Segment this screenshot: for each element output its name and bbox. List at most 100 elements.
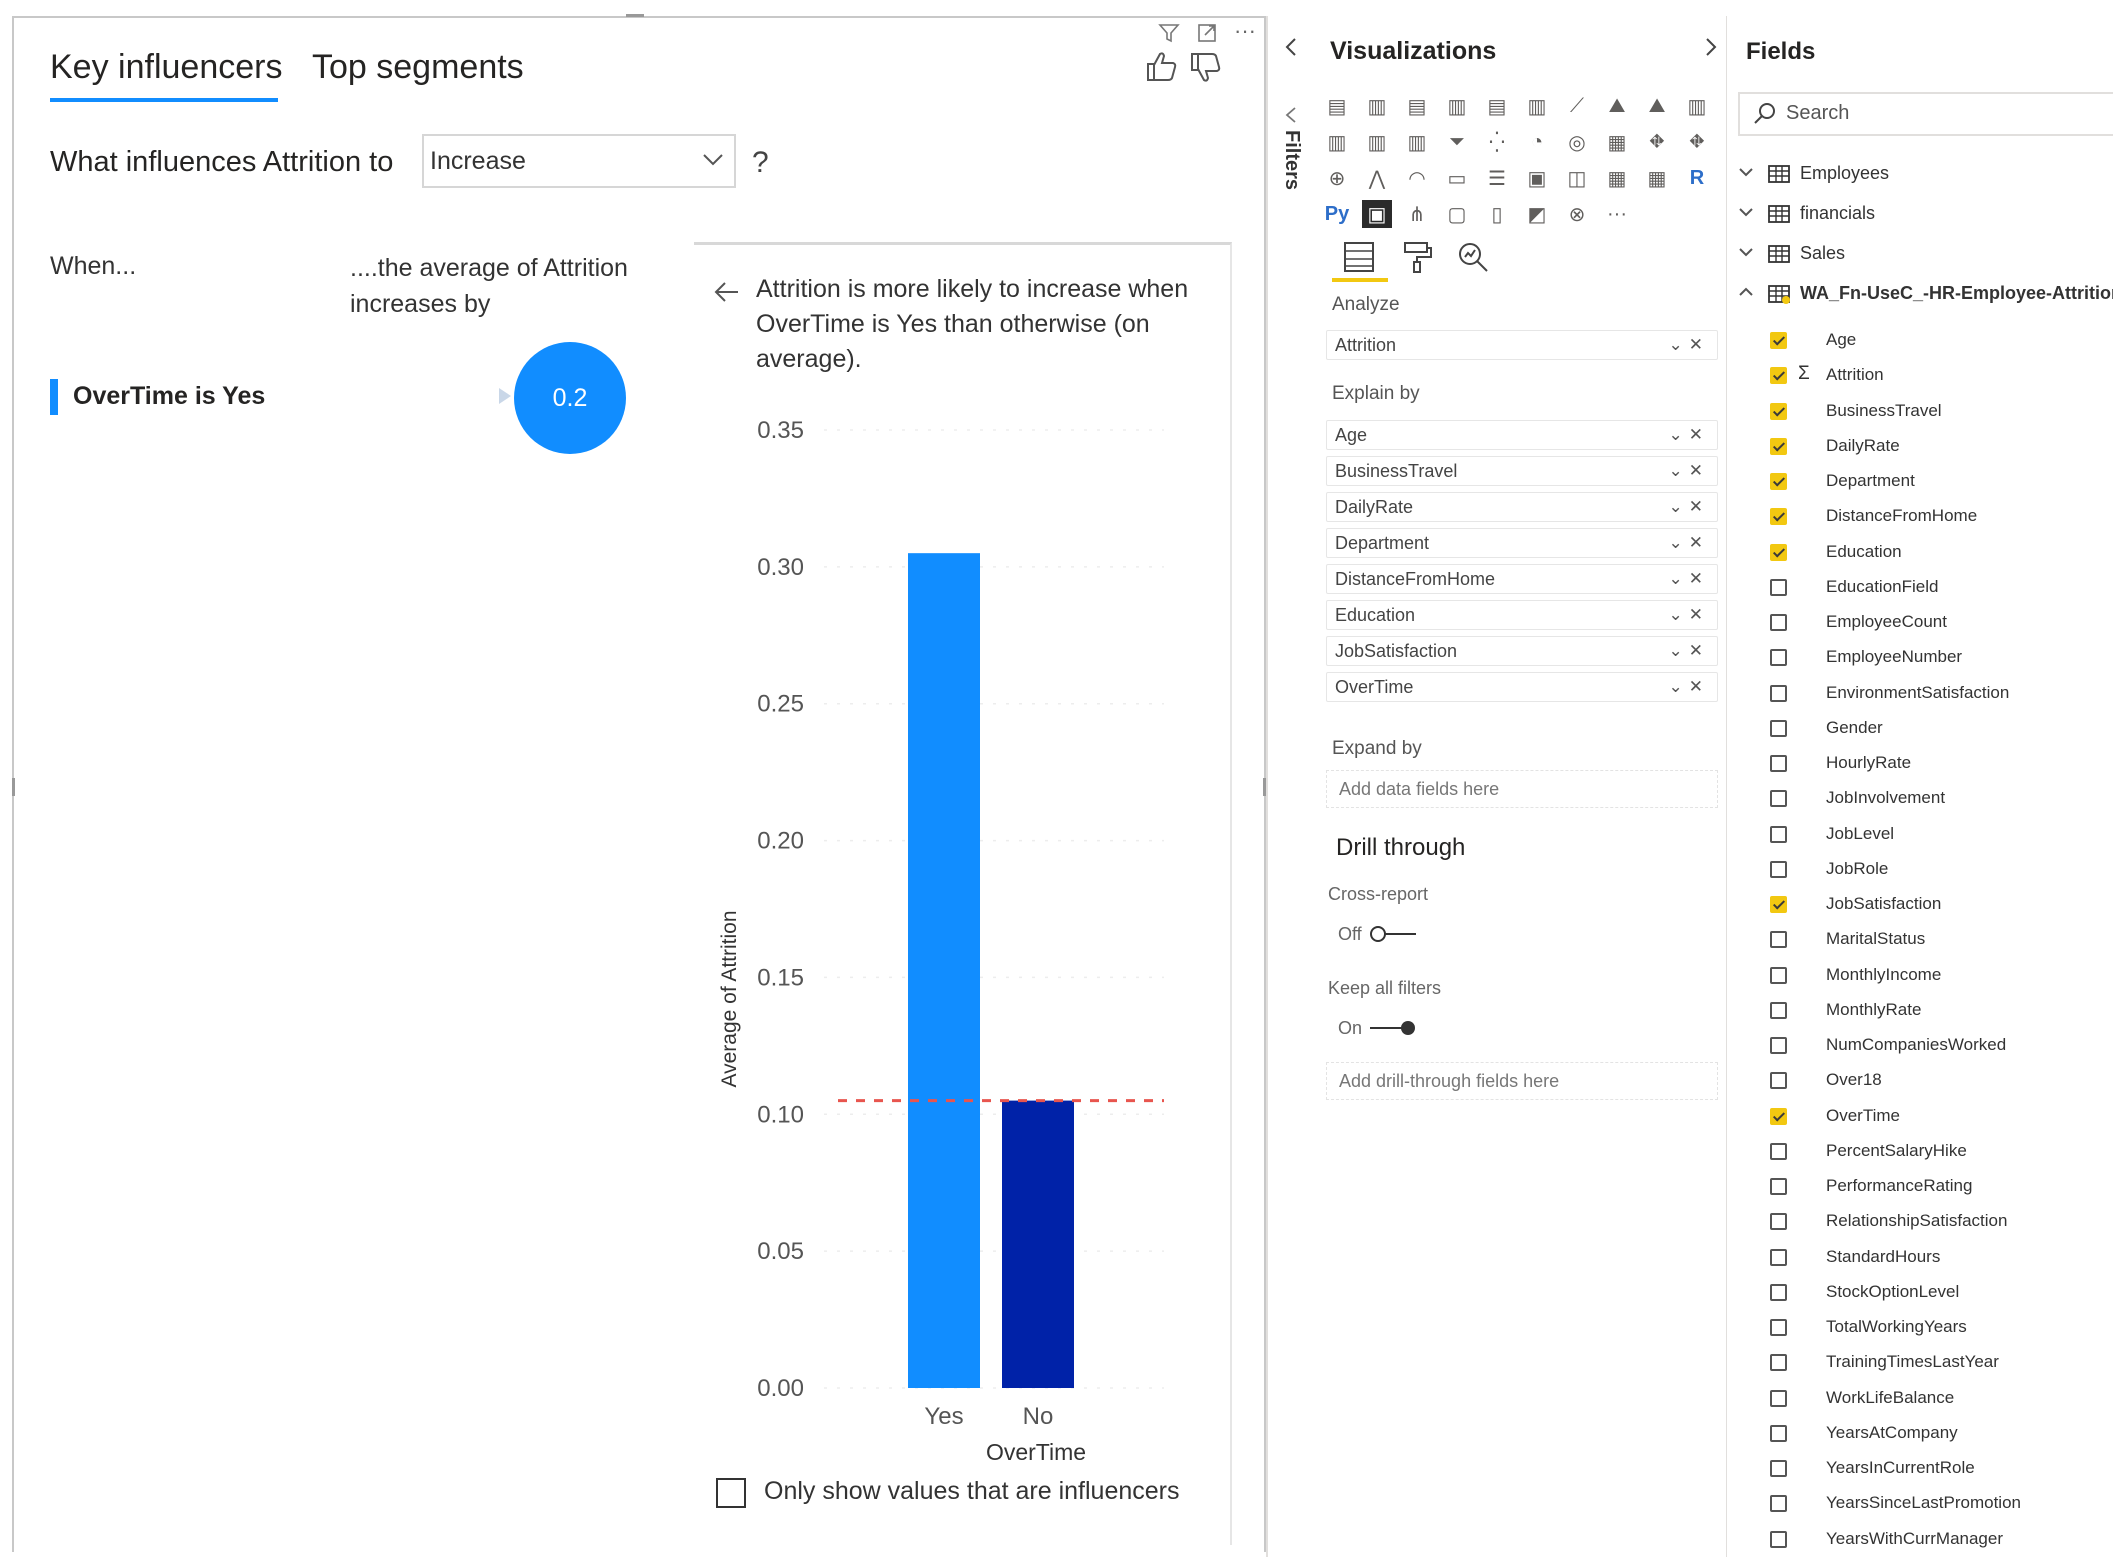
100-bar-icon[interactable]: ▤ (1482, 92, 1512, 120)
scatter-icon[interactable]: ⁛ (1482, 128, 1512, 156)
field-checkbox[interactable] (1770, 684, 1787, 702)
field-checkbox[interactable] (1770, 402, 1787, 420)
stacked-area-icon[interactable]: ⛰ (1642, 92, 1672, 120)
more-visuals-icon[interactable]: ··· (1602, 200, 1632, 228)
line-clustered-icon[interactable]: ▥ (1322, 128, 1352, 156)
only-influencers-checkbox[interactable] (716, 1478, 746, 1508)
chevron-down-icon[interactable] (700, 146, 726, 177)
explain-by-field[interactable]: JobSatisfaction ⌄✕ (1326, 636, 1718, 666)
field-chevron-remove-icons[interactable]: ⌄✕ (1669, 533, 1710, 553)
explain-by-field[interactable]: DailyRate ⌄✕ (1326, 492, 1718, 522)
explain-by-field[interactable]: OverTime ⌄✕ (1326, 672, 1718, 702)
field-checkbox[interactable] (1770, 719, 1787, 737)
slicer-icon[interactable]: ◫ (1562, 164, 1592, 192)
field-checkbox[interactable] (1770, 1001, 1787, 1019)
field-checkbox[interactable] (1770, 367, 1787, 385)
field-checkbox[interactable] (1770, 1178, 1787, 1195)
multi-row-card-icon[interactable]: ☰ (1482, 164, 1512, 192)
line-chart-icon[interactable]: ⟋ (1562, 92, 1592, 120)
area-chart-icon[interactable]: ⛰ (1602, 92, 1632, 120)
r-visual-icon[interactable]: R (1682, 164, 1712, 192)
key-influencers-icon[interactable]: ▣ (1362, 200, 1392, 228)
explain-by-field[interactable]: BusinessTravel ⌄✕ (1326, 456, 1718, 486)
focus-mode-icon[interactable] (1196, 22, 1218, 49)
waterfall-icon[interactable]: ▥ (1402, 128, 1432, 156)
treemap-icon[interactable]: ▦ (1602, 128, 1632, 156)
field-checkbox[interactable] (1770, 896, 1787, 913)
map-icon[interactable]: ⛖ (1642, 128, 1672, 156)
chevron-down-icon[interactable] (1736, 162, 1756, 187)
explain-by-field[interactable]: Education ⌄✕ (1326, 600, 1718, 630)
analyze-well[interactable]: Attrition ⌄✕ (1326, 330, 1718, 360)
resize-handle-left[interactable] (12, 778, 15, 796)
field-chevron-remove-icons[interactable]: ⌄✕ (1669, 605, 1710, 625)
field-chevron-remove-icons[interactable]: ⌄✕ (1669, 641, 1710, 661)
field-checkbox[interactable] (1770, 966, 1787, 984)
gauge-icon[interactable]: ◠ (1402, 164, 1432, 192)
help-button[interactable]: ? (752, 146, 769, 180)
matrix-icon[interactable]: ▦ (1642, 164, 1672, 192)
field-checkbox[interactable] (1770, 1319, 1787, 1336)
fields-well-icon[interactable] (1342, 240, 1376, 279)
paginated-report-icon[interactable]: ▯ (1482, 200, 1512, 228)
python-visual-icon[interactable]: Py (1322, 200, 1352, 228)
field-checkbox[interactable] (1770, 1142, 1787, 1160)
field-chevron-remove-icons[interactable]: ⌄✕ (1669, 497, 1710, 517)
field-checkbox[interactable] (1770, 508, 1787, 526)
thumbs-up-icon[interactable] (1144, 48, 1180, 89)
field-checkbox[interactable] (1770, 1389, 1787, 1407)
power-apps-icon[interactable]: ⊗ (1562, 200, 1592, 228)
field-checkbox[interactable] (1770, 931, 1787, 949)
more-options-icon[interactable]: ··· (1234, 18, 1256, 44)
field-checkbox[interactable] (1770, 790, 1787, 808)
field-checkbox[interactable] (1770, 1460, 1787, 1477)
field-checkbox[interactable] (1770, 1354, 1787, 1372)
field-checkbox[interactable] (1770, 543, 1787, 561)
drill-through-dropzone[interactable]: Add drill-through fields here (1326, 1062, 1718, 1100)
expand-by-dropzone[interactable]: Add data fields here (1326, 770, 1718, 808)
field-checkbox[interactable] (1770, 1072, 1787, 1090)
field-checkbox[interactable] (1770, 437, 1787, 455)
clustered-column-icon[interactable]: ▥ (1442, 92, 1472, 120)
kpi-icon[interactable]: ▣ (1522, 164, 1552, 192)
field-checkbox[interactable] (1770, 860, 1787, 878)
arcgis-icon[interactable]: ◩ (1522, 200, 1552, 228)
chevron-up-icon[interactable] (1736, 282, 1756, 307)
field-checkbox[interactable] (1770, 1248, 1787, 1266)
field-chevron-remove-icons[interactable]: ⌄✕ (1669, 335, 1710, 355)
field-checkbox[interactable] (1770, 755, 1787, 772)
pie-chart-icon[interactable]: ◔ (1522, 128, 1552, 156)
field-checkbox[interactable] (1770, 825, 1787, 843)
chevron-down-icon[interactable] (1736, 202, 1756, 227)
field-chevron-remove-icons[interactable]: ⌄✕ (1669, 677, 1710, 697)
collapse-right-icon[interactable] (1700, 36, 1720, 63)
format-paint-roller-icon[interactable] (1400, 240, 1434, 279)
shape-map-icon[interactable]: ⊕ (1322, 164, 1352, 192)
explain-by-field[interactable]: Age ⌄✕ (1326, 420, 1718, 450)
explain-by-field[interactable]: Department ⌄✕ (1326, 528, 1718, 558)
clustered-bar-icon[interactable]: ▤ (1402, 92, 1432, 120)
funnel-icon[interactable]: ⏷ (1442, 128, 1472, 156)
field-checkbox[interactable] (1770, 473, 1787, 490)
field-checkbox[interactable] (1770, 1213, 1787, 1231)
qa-icon[interactable]: ▢ (1442, 200, 1472, 228)
filters-collapse-icon[interactable] (1283, 106, 1299, 129)
azure-map-icon[interactable]: ⋀ (1362, 164, 1392, 192)
card-icon[interactable]: ▭ (1442, 164, 1472, 192)
field-checkbox[interactable] (1770, 1107, 1787, 1125)
thumbs-down-icon[interactable] (1188, 50, 1224, 91)
field-chevron-remove-icons[interactable]: ⌄✕ (1669, 461, 1710, 481)
filter-icon[interactable] (1158, 22, 1180, 49)
field-checkbox[interactable] (1770, 578, 1787, 596)
table-icon[interactable]: ▦ (1602, 164, 1632, 192)
decomposition-tree-icon[interactable]: ⋔ (1402, 200, 1432, 228)
field-checkbox[interactable] (1770, 1495, 1787, 1513)
tab-top-segments[interactable]: Top segments (312, 48, 524, 87)
analytics-magnifier-icon[interactable] (1456, 240, 1490, 279)
filters-pane-tab[interactable]: Filters (1280, 130, 1303, 190)
field-checkbox[interactable] (1770, 332, 1787, 349)
stacked-column-icon[interactable]: ▥ (1362, 92, 1392, 120)
field-checkbox[interactable] (1770, 1530, 1787, 1548)
ribbon-chart-icon[interactable]: ▥ (1362, 128, 1392, 156)
field-chevron-remove-icons[interactable]: ⌄✕ (1669, 425, 1710, 445)
